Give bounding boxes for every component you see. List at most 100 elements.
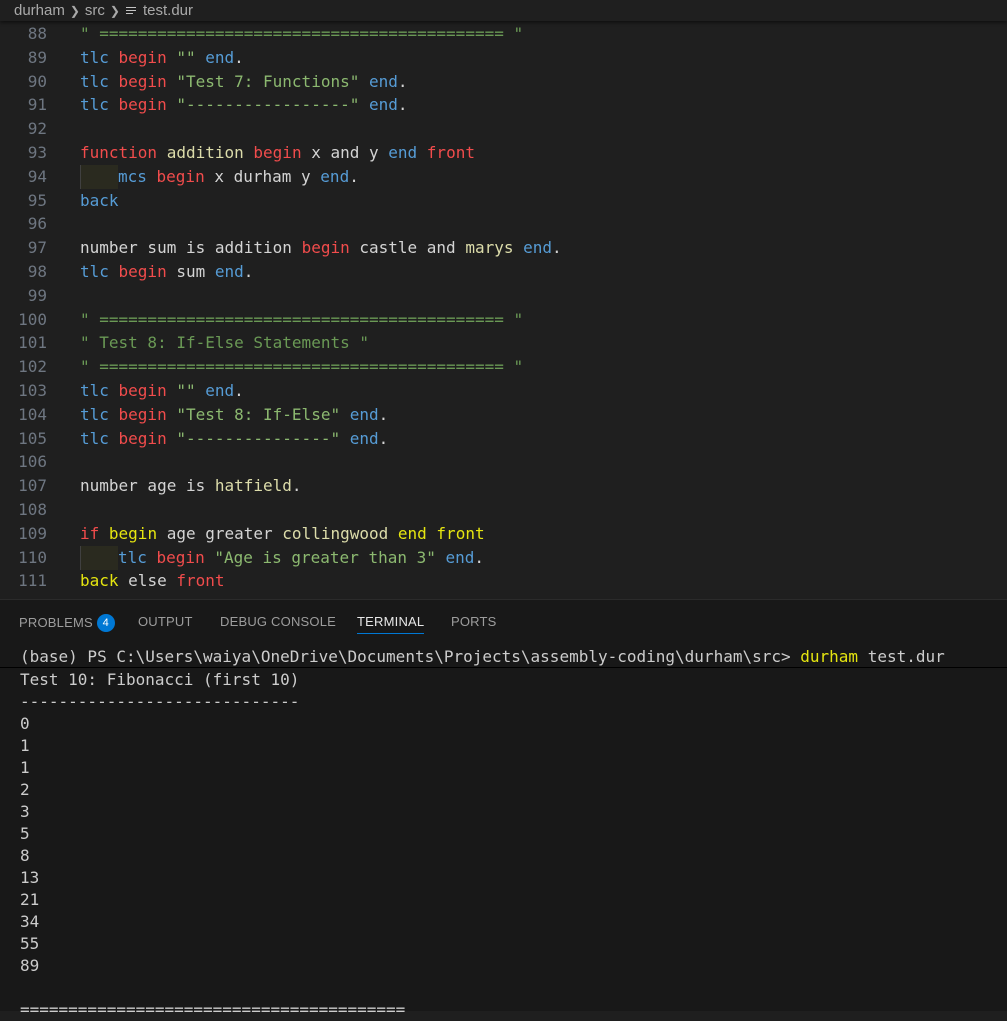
code-token: if [80,523,109,543]
code-token: . [234,47,244,67]
code-token: marys [465,238,524,258]
line-number: 102 [18,357,47,377]
code-token: begin [108,523,167,543]
breadcrumb: durham ❯ src ❯ test.dur [0,0,1007,21]
code-token: " ======================================… [80,357,524,377]
code-token: begin [253,143,312,162]
code-token: "Test 8: If-Else" [176,404,350,424]
terminal-output-line: 34 [20,912,40,931]
code-token: front [426,143,475,162]
code-line[interactable]: 105 tlc begin "---------------" end. [0,427,1007,451]
code-line[interactable]: 97 number sum is addition begin castle an… [0,236,1007,260]
code-token: " ======================================… [80,24,524,43]
code-token: begin [301,238,360,258]
code-line[interactable]: 91 tlc begin "-----------------" end. [0,93,1007,117]
bottom-panel: PROBLEMS 4 OUTPUT DEBUG CONSOLE TERMINAL … [0,599,1007,1019]
code-line[interactable]: 93 function addition begin x and y end fr… [0,141,1007,165]
terminal-output-line: 3 [20,802,30,821]
code-token: begin [118,381,177,400]
breadcrumb-item-src[interactable]: src [85,2,105,19]
code-token: "-----------------" [176,95,369,115]
terminal-output-line: 8 [20,846,30,865]
line-number: 101 [18,333,47,353]
code-line[interactable]: 110 tlc begin "Age is greater than 3" end… [0,545,1007,570]
code-line[interactable]: 88 " ====================================… [0,22,1007,46]
chevron-right-icon: ❯ [109,3,120,18]
terminal-output-line: 2 [20,780,30,799]
code-line[interactable]: 111 back else front [0,569,1007,593]
terminal-divider [0,667,1007,668]
code-token: . [349,166,359,186]
code-token: " ======================================… [80,309,524,329]
terminal-output-line: 55 [20,934,40,953]
line-number: 90 [27,71,47,91]
code-line[interactable]: 90 tlc begin "Test 7: Functions" end. [0,70,1007,94]
code-text: tlc begin "Test 8: If-Else" end. [80,403,388,427]
terminal-command-args: test.dur [858,647,945,666]
code-line[interactable]: 94 mcs begin x durham y end. [0,164,1007,189]
file-lines-icon [125,5,137,17]
code-line[interactable]: 95 back [0,189,1007,213]
terminal-output-line: 1 [20,758,30,777]
code-line[interactable]: 104 tlc begin "Test 8: If-Else" end. [0,403,1007,427]
code-token: mcs [118,166,157,186]
code-token: sum [176,262,215,281]
code-token: tlc [80,404,119,424]
breadcrumb-item-durham[interactable]: durham [14,2,65,19]
code-text: back [80,189,119,213]
terminal-output[interactable]: Test 10: Fibonacci (first 10) -----------… [20,669,405,1021]
tab-terminal-label: TERMINAL [357,614,425,629]
tab-ports[interactable]: PORTS [451,614,497,629]
terminal-command-line[interactable]: (base) PS C:\Users\waiya\OneDrive\Docume… [20,646,945,668]
code-token: end [205,381,235,400]
code-token: begin [156,547,215,567]
line-number: 98 [27,262,47,281]
code-line[interactable]: 92 [0,117,1007,141]
code-line[interactable]: 99 [0,284,1007,308]
line-number: 107 [18,476,47,496]
terminal-output-line: ======================================== [20,1000,406,1019]
code-line[interactable]: 108 [0,498,1007,522]
code-token: tlc [80,95,119,115]
line-number: 106 [18,452,47,472]
code-token: . [552,238,562,258]
code-token: begin [118,47,177,67]
code-token: x and y [311,143,389,162]
code-token: tlc [80,428,119,448]
code-token: end [349,428,379,448]
tab-problems[interactable]: PROBLEMS 4 [19,614,115,632]
code-token: begin [118,71,177,91]
tab-debug-console-label: DEBUG CONSOLE [220,614,337,629]
code-line[interactable]: 96 [0,212,1007,236]
code-token: "Test 7: Functions" [176,71,369,91]
code-token: end [523,238,553,258]
code-line[interactable]: 101 " Test 8: If-Else Statements " [0,331,1007,355]
code-line[interactable]: 106 [0,450,1007,474]
indent-guide [80,164,118,189]
tab-output[interactable]: OUTPUT [138,614,193,629]
code-line[interactable]: 109 if begin age greater collingwood end … [0,522,1007,546]
terminal-output-line: Test 10: Fibonacci (first 10) [20,670,300,689]
panel-tabs: PROBLEMS 4 OUTPUT DEBUG CONSOLE TERMINAL … [0,600,1007,644]
code-text: tlc begin "" end. [80,379,244,403]
tab-problems-label: PROBLEMS [19,615,93,630]
code-line[interactable]: 107 number age is hatfield. [0,474,1007,498]
code-token: back [80,190,119,210]
terminal-output-line: 1 [20,736,30,755]
code-text: " ======================================… [80,22,523,46]
tab-terminal[interactable]: TERMINAL [357,614,425,634]
code-line[interactable]: 89 tlc begin "" end. [0,46,1007,70]
code-editor[interactable]: 88 " ====================================… [0,22,1007,598]
code-token: "---------------" [176,428,350,448]
code-line[interactable]: 100 " ===================================… [0,308,1007,332]
code-token: end [388,143,427,162]
tab-debug-console[interactable]: DEBUG CONSOLE [220,614,336,629]
code-line[interactable]: 98 tlc begin sum end. [0,260,1007,284]
code-line[interactable]: 102 " ===================================… [0,355,1007,379]
chevron-right-icon: ❯ [69,3,80,18]
breadcrumb-item-file[interactable]: test.dur [143,2,193,19]
code-token: "" [176,381,206,400]
indent-guide [80,545,118,570]
code-line[interactable]: 103 tlc begin "" end. [0,379,1007,403]
